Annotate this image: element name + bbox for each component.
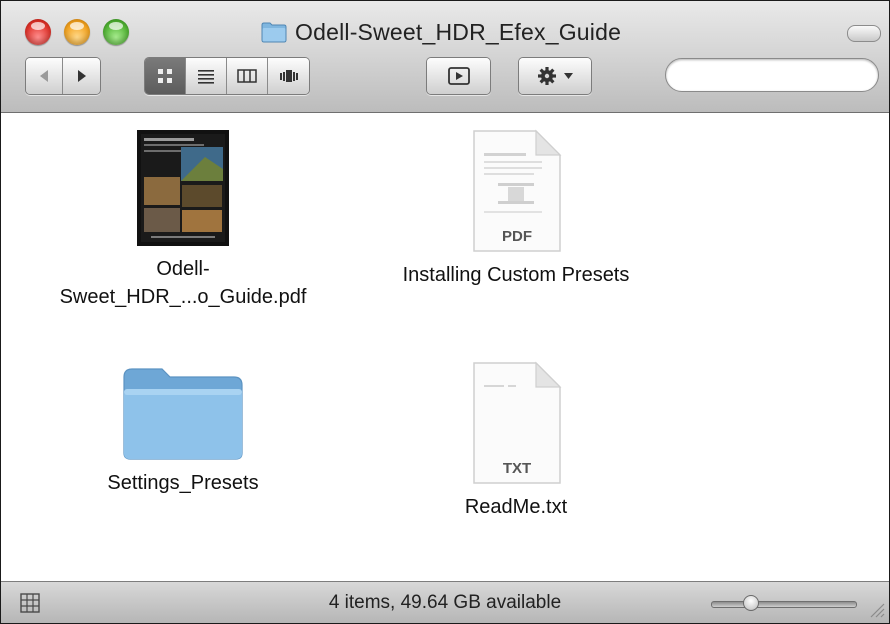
toolbar-toggle-button[interactable] [847, 25, 881, 42]
window-title: Odell-Sweet_HDR_Efex_Guide [261, 16, 621, 48]
cover-flow-button[interactable] [268, 58, 309, 94]
back-button[interactable] [26, 58, 63, 94]
status-bar: 4 items, 49.64 GB available [1, 581, 889, 623]
chevron-down-icon [564, 73, 573, 79]
folder-icon [123, 368, 243, 460]
close-button[interactable] [25, 19, 51, 45]
folder-icon [261, 22, 287, 43]
finder-window: Odell-Sweet_HDR_Efex_Guide Odell- Sweet_… [0, 0, 890, 624]
file-item-installing-presets[interactable]: PDF Installing Custom Presets [361, 129, 671, 289]
back-arrow-icon [40, 70, 48, 82]
file-icon-grid: Odell- Sweet_HDR_...o_Guide.pdf PDF Inst… [1, 113, 889, 581]
file-item-name: ReadMe.txt [464, 496, 568, 518]
resize-grip-icon[interactable] [867, 600, 885, 618]
folder-item-name: Settings_Presets [107, 472, 259, 494]
action-menu-button[interactable] [519, 58, 591, 94]
search-input[interactable] [686, 61, 889, 89]
pdf-book-thumbnail-icon [137, 130, 229, 246]
file-item-name-line1: Odell- [156, 258, 210, 280]
quick-look-button[interactable] [427, 58, 490, 94]
folder-item-settings-presets[interactable]: Settings_Presets [23, 361, 343, 497]
pdf-badge: PDF [502, 228, 532, 245]
zoom-button[interactable] [103, 19, 129, 45]
file-item-name: Installing Custom Presets [402, 264, 630, 286]
icon-size-slider[interactable] [705, 595, 857, 611]
minimize-button[interactable] [64, 19, 90, 45]
list-view-icon [198, 70, 214, 84]
file-item-name-line2: Sweet_HDR_...o_Guide.pdf [59, 286, 307, 308]
icon-view-button[interactable] [145, 58, 186, 94]
icon-view-icon [158, 69, 172, 83]
quick-look-icon [447, 67, 470, 85]
quick-look-control [426, 57, 491, 95]
search-field[interactable] [665, 58, 889, 92]
column-view-button[interactable] [227, 58, 268, 94]
file-item-guide-pdf[interactable]: Odell- Sweet_HDR_...o_Guide.pdf [23, 129, 343, 311]
list-view-button[interactable] [186, 58, 227, 94]
forward-arrow-icon [77, 70, 86, 82]
cover-flow-icon [279, 70, 298, 82]
forward-button[interactable] [63, 58, 100, 94]
txt-badge: TXT [503, 460, 531, 477]
gear-icon [538, 67, 556, 85]
slider-knob[interactable] [743, 595, 759, 611]
view-mode-control [144, 57, 310, 95]
file-item-readme[interactable]: TXT ReadMe.txt [361, 361, 671, 521]
pdf-document-icon: PDF [473, 129, 562, 252]
text-document-icon: TXT [473, 361, 562, 484]
back-forward-control [25, 57, 101, 95]
window-title-text: Odell-Sweet_HDR_Efex_Guide [295, 18, 622, 45]
slider-track [711, 601, 857, 608]
column-view-icon [237, 69, 257, 83]
action-control [518, 57, 592, 95]
file-item-name: Odell- Sweet_HDR_...o_Guide.pdf [60, 255, 307, 311]
title-bar[interactable]: Odell-Sweet_HDR_Efex_Guide [1, 1, 889, 113]
